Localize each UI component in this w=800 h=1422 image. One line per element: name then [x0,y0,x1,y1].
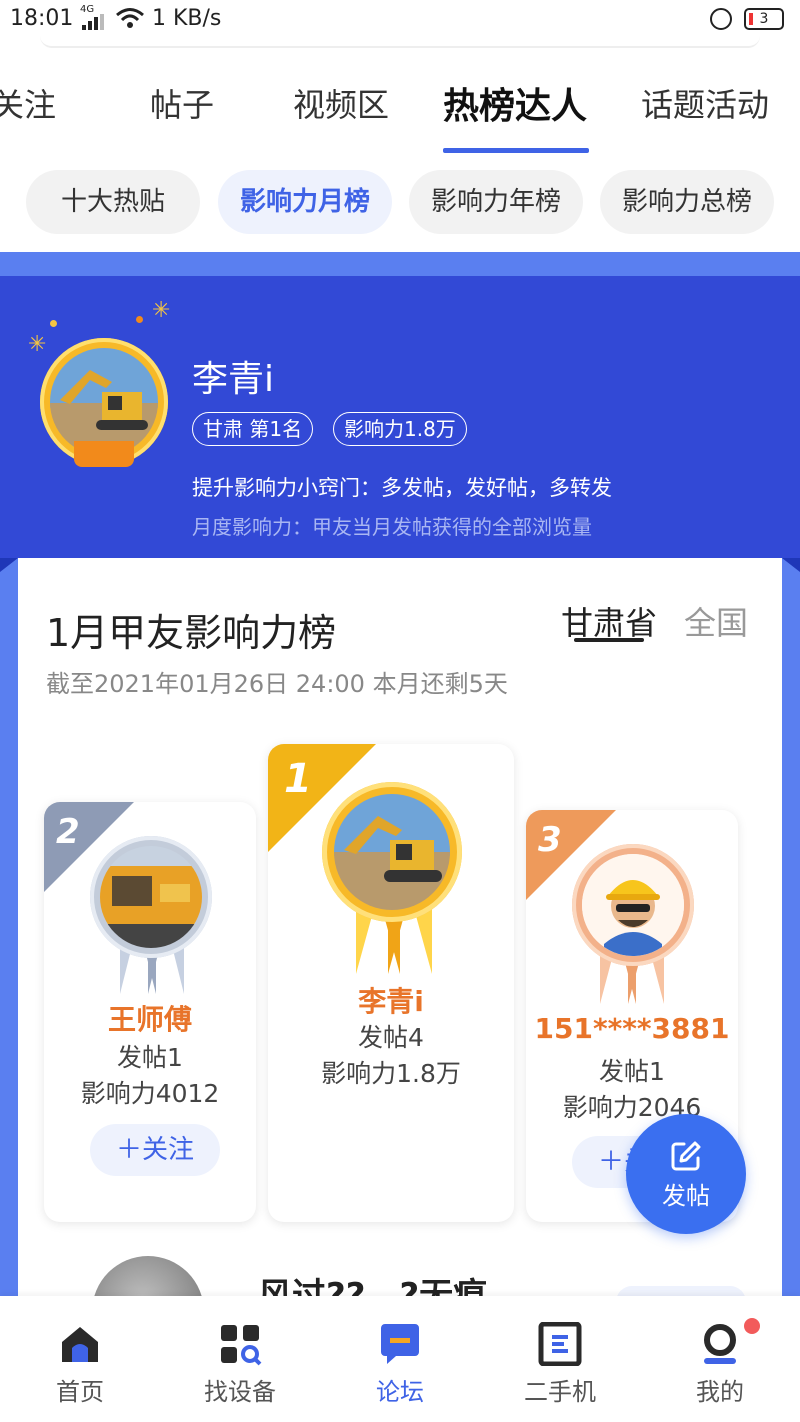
podium-user-name[interactable]: 151****3881 [526,1012,738,1045]
nav-label: 我的 [696,1378,744,1406]
podium-post-count: 发帖1 [117,1043,183,1072]
podium-post-count: 发帖4 [358,1023,424,1052]
bottom-navigation: 首页 找设备 论坛 二手机 我的 [0,1296,800,1422]
status-bar: 18:01 4G 1 KB/s 3 [0,0,800,48]
tab-active-indicator [443,148,589,153]
tab-posts[interactable]: 帖子 [150,80,214,126]
nav-used-machines[interactable]: 二手机 [480,1296,640,1422]
nav-find-equipment[interactable]: 找设备 [160,1296,320,1422]
home-icon [62,1327,98,1362]
podium-influence: 影响力1.8万 [321,1059,461,1088]
avatar-ribbon [74,441,134,467]
fold-corner [782,558,800,572]
board-title: 1月甲友影响力榜 [46,611,337,655]
chip-top-ten[interactable]: 十大热贴 [26,170,200,234]
chip-total-influence[interactable]: 影响力总榜 [600,170,774,234]
podium-influence: 影响力4012 [80,1079,220,1108]
edit-icon [671,1141,701,1171]
board-frame-right [782,558,800,1298]
tab-follow[interactable]: 关注 [0,80,56,126]
rank-number: 2 [56,812,80,852]
nav-home[interactable]: 首页 [0,1296,160,1422]
qr-search-icon [221,1325,262,1366]
influence-badge: 影响力1.8万 [333,412,467,446]
region-tab-indicator [574,638,644,642]
confetti-dot [50,320,57,327]
chip-yearly-influence[interactable]: 影响力年榜 [409,170,583,234]
network-speed: 1 KB/s [152,6,222,31]
profile-icon [704,1324,736,1364]
hero-user-name[interactable]: 李青i [192,350,274,402]
new-post-label: 发帖 [662,1182,710,1210]
fold-corner [0,558,18,572]
nav-label: 首页 [56,1378,104,1406]
signal-icon [82,14,104,30]
lock-rotation-icon [710,8,732,30]
influence-definition: 月度影响力：甲友当月发帖获得的全部浏览量 [192,515,592,539]
forum-icon [381,1324,419,1364]
influence-tip: 提升影响力小窍门：多发帖，发好帖，多转发 [192,476,612,500]
follow-button[interactable]: ＋关注 [90,1124,220,1176]
confetti-dot [136,316,143,323]
podium-post-count: 发帖1 [599,1057,665,1086]
status-time: 18:01 [10,6,74,31]
nav-label: 找设备 [204,1378,276,1406]
sparkle-icon: ✳ [152,298,171,323]
avatar[interactable] [100,846,202,948]
avatar[interactable] [50,348,158,456]
nav-label: 论坛 [376,1378,424,1406]
region-rank-badge: 甘肃 第1名 [192,412,314,446]
notification-dot [744,1318,760,1334]
podium-card-rank-2[interactable]: 2 王师傅 发帖1 影响力4012 ＋关注 [44,802,256,1222]
hero-card: ✳ ✳ 李青i 甘肃 第1名 影响力1.8万 提升影响力小窍门：多发帖，发好帖，… [0,276,800,558]
battery-icon: 3 [744,8,784,30]
rank-number: 1 [284,756,312,802]
search-bar-edge [40,36,760,48]
podium-user-name[interactable]: 王师傅 [44,998,256,1038]
avatar[interactable] [582,854,684,956]
chip-monthly-influence[interactable]: 影响力月榜 [218,170,392,234]
new-post-button[interactable]: 发帖 [626,1114,746,1234]
used-machine-icon [538,1322,582,1366]
nav-label: 二手机 [524,1378,596,1406]
region-tab-national[interactable]: 全国 [684,598,748,644]
main-tabs: 关注 帖子 视频区 热榜达人 话题活动 [0,60,800,160]
nav-profile[interactable]: 我的 [640,1296,800,1422]
rank-number: 3 [538,820,562,860]
board-frame-left [0,558,18,1298]
nav-forum[interactable]: 论坛 [320,1296,480,1422]
board-deadline: 截至2021年01月26日 24:00 本月还剩5天 [46,670,508,698]
hero-top-band [0,252,800,276]
sparkle-icon: ✳ [28,332,47,357]
ranking-filter-chips: 十大热贴 影响力月榜 影响力年榜 影响力总榜 [0,170,800,236]
wifi-icon [116,8,144,28]
tab-topics[interactable]: 话题活动 [641,80,769,126]
tab-video[interactable]: 视频区 [293,80,389,126]
podium-user-name[interactable]: 李青i [268,980,514,1020]
avatar[interactable] [334,794,450,910]
podium-card-rank-1[interactable]: 1 李青i 发帖4 影响力1.8万 [268,744,514,1222]
tab-hot-ranking[interactable]: 热榜达人 [443,77,587,129]
